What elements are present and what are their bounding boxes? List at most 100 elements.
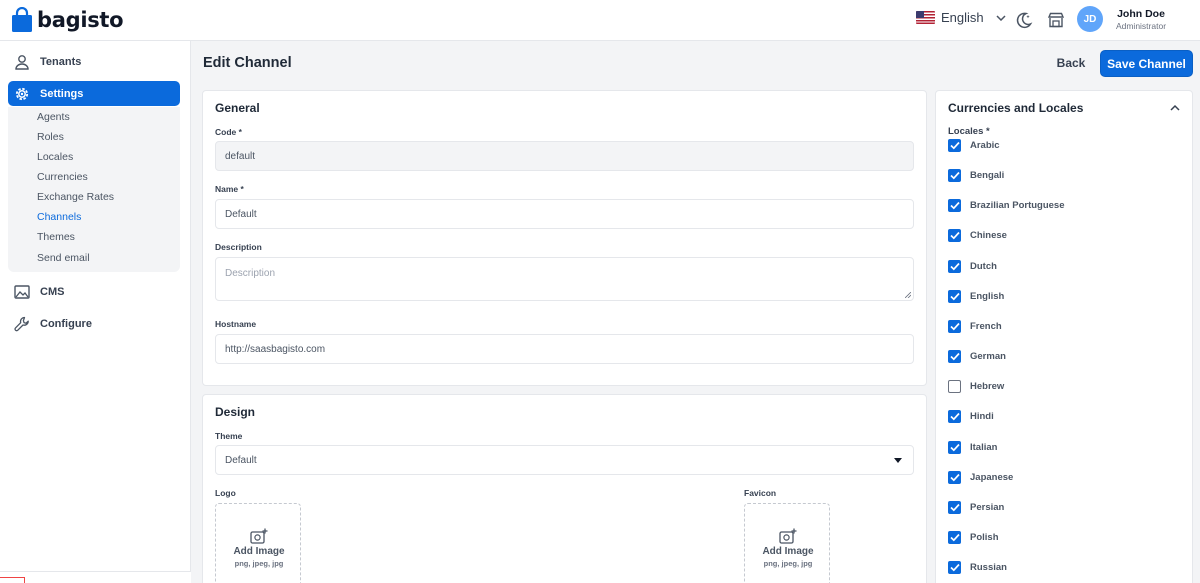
sidebar-footer — [0, 571, 191, 583]
locale-option[interactable]: English — [948, 289, 1004, 303]
locale-label: Japanese — [970, 471, 1014, 483]
locale-label: Brazilian Portuguese — [970, 199, 1065, 211]
sidebar-item-settings[interactable]: Settings — [8, 81, 180, 106]
theme-select[interactable]: Default — [215, 445, 914, 475]
checkbox-unchecked-icon[interactable] — [948, 379, 961, 393]
image-formats: png, jpeg, jpg — [763, 559, 813, 568]
add-image-label: Add Image — [233, 546, 285, 557]
save-channel-button[interactable]: Save Channel — [1100, 50, 1193, 77]
locale-option[interactable]: French — [948, 319, 1002, 333]
locale-label: French — [970, 320, 1002, 332]
submenu-item-currencies[interactable]: Currencies — [37, 171, 88, 183]
submenu-item-roles[interactable]: Roles — [37, 131, 64, 143]
logo-label: Logo — [215, 488, 236, 498]
checkbox-checked-icon[interactable] — [948, 138, 961, 152]
submenu-item-send-email[interactable]: Send email — [37, 252, 90, 264]
theme-label: Theme — [215, 431, 243, 441]
checkbox-checked-icon[interactable] — [948, 440, 961, 454]
language-switcher[interactable]: English — [916, 10, 1006, 25]
checkbox-checked-icon[interactable] — [948, 168, 961, 182]
hostname-label: Hostname — [215, 319, 257, 329]
checkbox-checked-icon[interactable] — [948, 228, 961, 242]
user-icon — [15, 54, 29, 70]
description-field[interactable]: Description — [215, 257, 914, 301]
avatar[interactable]: JD — [1077, 6, 1103, 32]
design-card: Design Theme Default Logo Add Image png,… — [202, 394, 927, 583]
resize-handle-icon[interactable] — [905, 292, 911, 298]
locale-label: Bengali — [970, 169, 1005, 181]
image-icon — [14, 284, 30, 299]
top-bar: bagisto English JD John Doe Administrato… — [0, 0, 1200, 41]
locales-label: Locales * — [948, 126, 990, 137]
locale-label: Russian — [970, 561, 1007, 573]
submenu-item-agents[interactable]: Agents — [37, 111, 70, 123]
sidebar-item-label: Tenants — [40, 55, 82, 68]
checkbox-checked-icon[interactable] — [948, 259, 961, 273]
favicon-upload[interactable]: Add Image png, jpeg, jpg — [744, 503, 830, 583]
sidebar-item-tenants[interactable]: Tenants — [8, 49, 180, 74]
locale-option[interactable]: Hebrew — [948, 379, 1004, 393]
locale-option[interactable]: Dutch — [948, 259, 997, 273]
checkbox-checked-icon[interactable] — [948, 409, 961, 423]
theme-value: Default — [225, 454, 257, 466]
locale-label: Dutch — [970, 260, 997, 272]
checkbox-checked-icon[interactable] — [948, 198, 961, 212]
dark-mode-icon[interactable] — [1014, 10, 1034, 30]
locale-option[interactable]: Bengali — [948, 168, 1004, 182]
flag-us-icon — [916, 11, 935, 24]
code-label: Code * — [215, 127, 242, 137]
add-photo-icon — [779, 528, 797, 544]
locale-option[interactable]: Chinese — [948, 228, 1007, 242]
submenu-item-themes[interactable]: Themes — [37, 231, 75, 243]
add-photo-icon — [250, 528, 268, 544]
logo-upload[interactable]: Add Image png, jpeg, jpg — [215, 503, 301, 583]
locale-label: Persian — [970, 501, 1005, 513]
checkbox-checked-icon[interactable] — [948, 319, 961, 333]
storefront-icon[interactable] — [1046, 10, 1066, 30]
hostname-value: http://saasbagisto.com — [225, 343, 326, 355]
submenu-item-exchange-rates[interactable]: Exchange Rates — [37, 191, 114, 203]
checkbox-checked-icon[interactable] — [948, 530, 961, 544]
shopping-bag-icon — [12, 7, 32, 32]
sidebar-item-configure[interactable]: Configure — [8, 311, 180, 336]
description-placeholder: Description — [225, 268, 276, 279]
back-button[interactable]: Back — [1050, 51, 1092, 75]
checkbox-checked-icon[interactable] — [948, 470, 961, 484]
locale-label: Italian — [970, 441, 998, 453]
sidebar-item-label: Configure — [40, 317, 92, 330]
locale-label: Polish — [970, 531, 999, 543]
locale-option[interactable]: Italian — [948, 440, 997, 454]
hostname-field[interactable]: http://saasbagisto.com — [215, 334, 914, 364]
locale-option[interactable]: Hindi — [948, 409, 994, 423]
submenu-item-locales[interactable]: Locales — [37, 151, 73, 163]
favicon-label: Favicon — [744, 488, 777, 498]
checkbox-checked-icon[interactable] — [948, 500, 961, 514]
locale-label: Hebrew — [970, 380, 1005, 392]
image-formats: png, jpeg, jpg — [234, 559, 284, 568]
locale-option[interactable]: Russian — [948, 560, 1007, 574]
design-title: Design — [215, 405, 256, 419]
locale-option[interactable]: Brazilian Portuguese — [948, 198, 1065, 212]
add-image-label: Add Image — [762, 546, 814, 557]
sidebar-item-label: CMS — [40, 285, 65, 298]
name-field[interactable]: Default — [215, 199, 914, 229]
locale-label: English — [970, 290, 1005, 302]
sidebar-item-cms[interactable]: CMS — [8, 279, 180, 304]
settings-submenu: Agents Roles Locales Currencies Exchange… — [8, 107, 180, 272]
checkbox-checked-icon[interactable] — [948, 289, 961, 303]
locale-option[interactable]: Polish — [948, 530, 999, 544]
language-label: English — [941, 10, 984, 25]
chevron-up-icon[interactable] — [1169, 103, 1181, 113]
checkbox-checked-icon[interactable] — [948, 560, 961, 574]
locale-option[interactable]: Japanese — [948, 470, 1013, 484]
submenu-item-channels[interactable]: Channels — [37, 211, 81, 223]
locale-option[interactable]: Persian — [948, 500, 1004, 514]
sidebar-item-label: Settings — [40, 87, 84, 100]
checkbox-checked-icon[interactable] — [948, 349, 961, 363]
locale-option[interactable]: German — [948, 349, 1006, 363]
logo[interactable]: bagisto — [11, 6, 124, 34]
user-info[interactable]: John Doe Administrator — [1112, 8, 1170, 32]
locale-option[interactable]: Arabic — [948, 138, 1000, 152]
locale-label: Hindi — [970, 410, 994, 422]
code-value: default — [225, 150, 256, 162]
